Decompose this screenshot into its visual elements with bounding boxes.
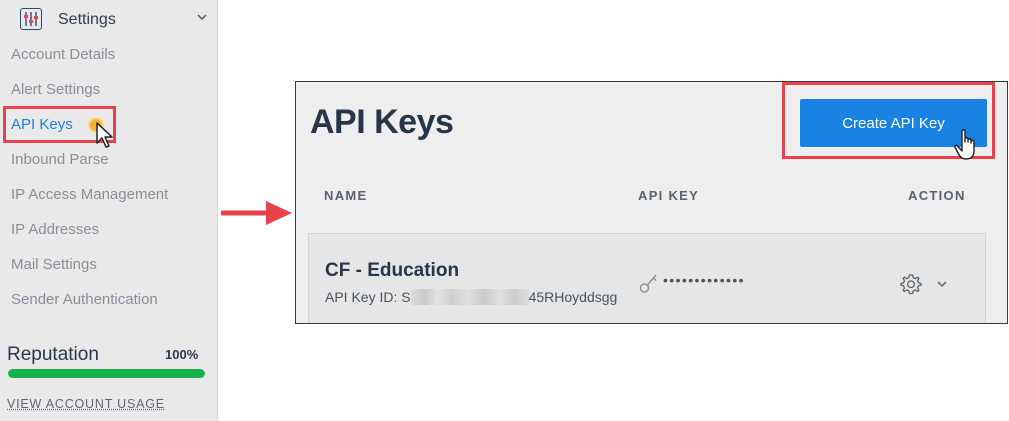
sidebar-item-ip-addresses[interactable]: IP Addresses	[11, 221, 99, 238]
api-keys-panel: API Keys Create API Key NAME API KEY ACT…	[295, 81, 1008, 324]
reputation-bar	[8, 369, 205, 378]
gear-icon[interactable]	[899, 272, 923, 296]
settings-section-toggle[interactable]: Settings	[20, 7, 210, 33]
page-title: API Keys	[310, 103, 454, 141]
sidebar-item-alert-settings[interactable]: Alert Settings	[11, 81, 100, 98]
settings-sliders-icon	[20, 8, 42, 30]
sidebar-item-inbound-parse[interactable]: Inbound Parse	[11, 151, 109, 168]
sidebar: Settings Account Details Alert Settings …	[0, 0, 218, 421]
key-icon	[639, 274, 657, 293]
chevron-down-icon[interactable]	[936, 278, 948, 290]
reputation-label: Reputation	[7, 344, 99, 365]
sidebar-item-account-details[interactable]: Account Details	[11, 46, 115, 63]
reputation-value: 100%	[165, 347, 199, 362]
masked-api-key: •••••••••••••	[663, 272, 745, 288]
sidebar-item-sender-authentication[interactable]: Sender Authentication	[11, 291, 158, 308]
api-key-id-prefix: API Key ID: S	[325, 289, 411, 305]
column-header-api-key: API KEY	[638, 188, 700, 203]
create-api-key-label: Create API Key	[842, 114, 945, 132]
chevron-down-icon	[197, 14, 207, 21]
reputation-bar-fill	[8, 369, 205, 378]
column-header-name: NAME	[324, 188, 368, 203]
settings-section-title: Settings	[58, 11, 116, 28]
hand-cursor-icon	[954, 129, 975, 160]
api-key-id: API Key ID: S 45RHoyddsgg	[325, 289, 617, 305]
column-header-action: ACTION	[908, 188, 966, 203]
api-key-id-suffix: 45RHoyddsgg	[528, 289, 618, 305]
table-row: CF - Education API Key ID: S 45RHoyddsgg …	[308, 233, 986, 323]
view-account-usage-link[interactable]: VIEW ACCOUNT USAGE	[7, 397, 165, 411]
arrow-right-icon	[221, 201, 292, 225]
redacted-blur	[410, 289, 529, 305]
sidebar-item-ip-access-management[interactable]: IP Access Management	[11, 186, 168, 203]
api-key-name: CF - Education	[325, 260, 460, 281]
pointer-cursor-icon	[96, 122, 113, 148]
sidebar-item-mail-settings[interactable]: Mail Settings	[11, 256, 97, 273]
